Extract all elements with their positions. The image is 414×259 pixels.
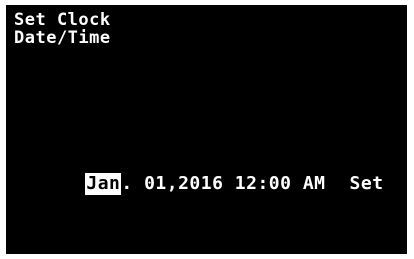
day-year-separator: , — [166, 173, 179, 194]
clock-display-screen: Set Clock Date/Time Jan. 01,2016 12:00 A… — [6, 5, 407, 254]
month-day-separator: . — [121, 173, 133, 194]
datetime-editor-row: Jan. 01,2016 12:00 AM Set — [40, 151, 384, 195]
screen-title: Set Clock — [14, 10, 111, 30]
screen-subtitle: Date/Time — [14, 28, 111, 48]
month-field-selected[interactable]: Jan — [85, 173, 122, 195]
set-button[interactable]: Set — [350, 173, 384, 195]
ampm-field[interactable]: AM — [303, 173, 326, 195]
time-field[interactable]: 12:00 — [235, 173, 292, 195]
year-field[interactable]: 2016 — [178, 173, 223, 195]
day-field[interactable]: 01 — [144, 173, 167, 195]
